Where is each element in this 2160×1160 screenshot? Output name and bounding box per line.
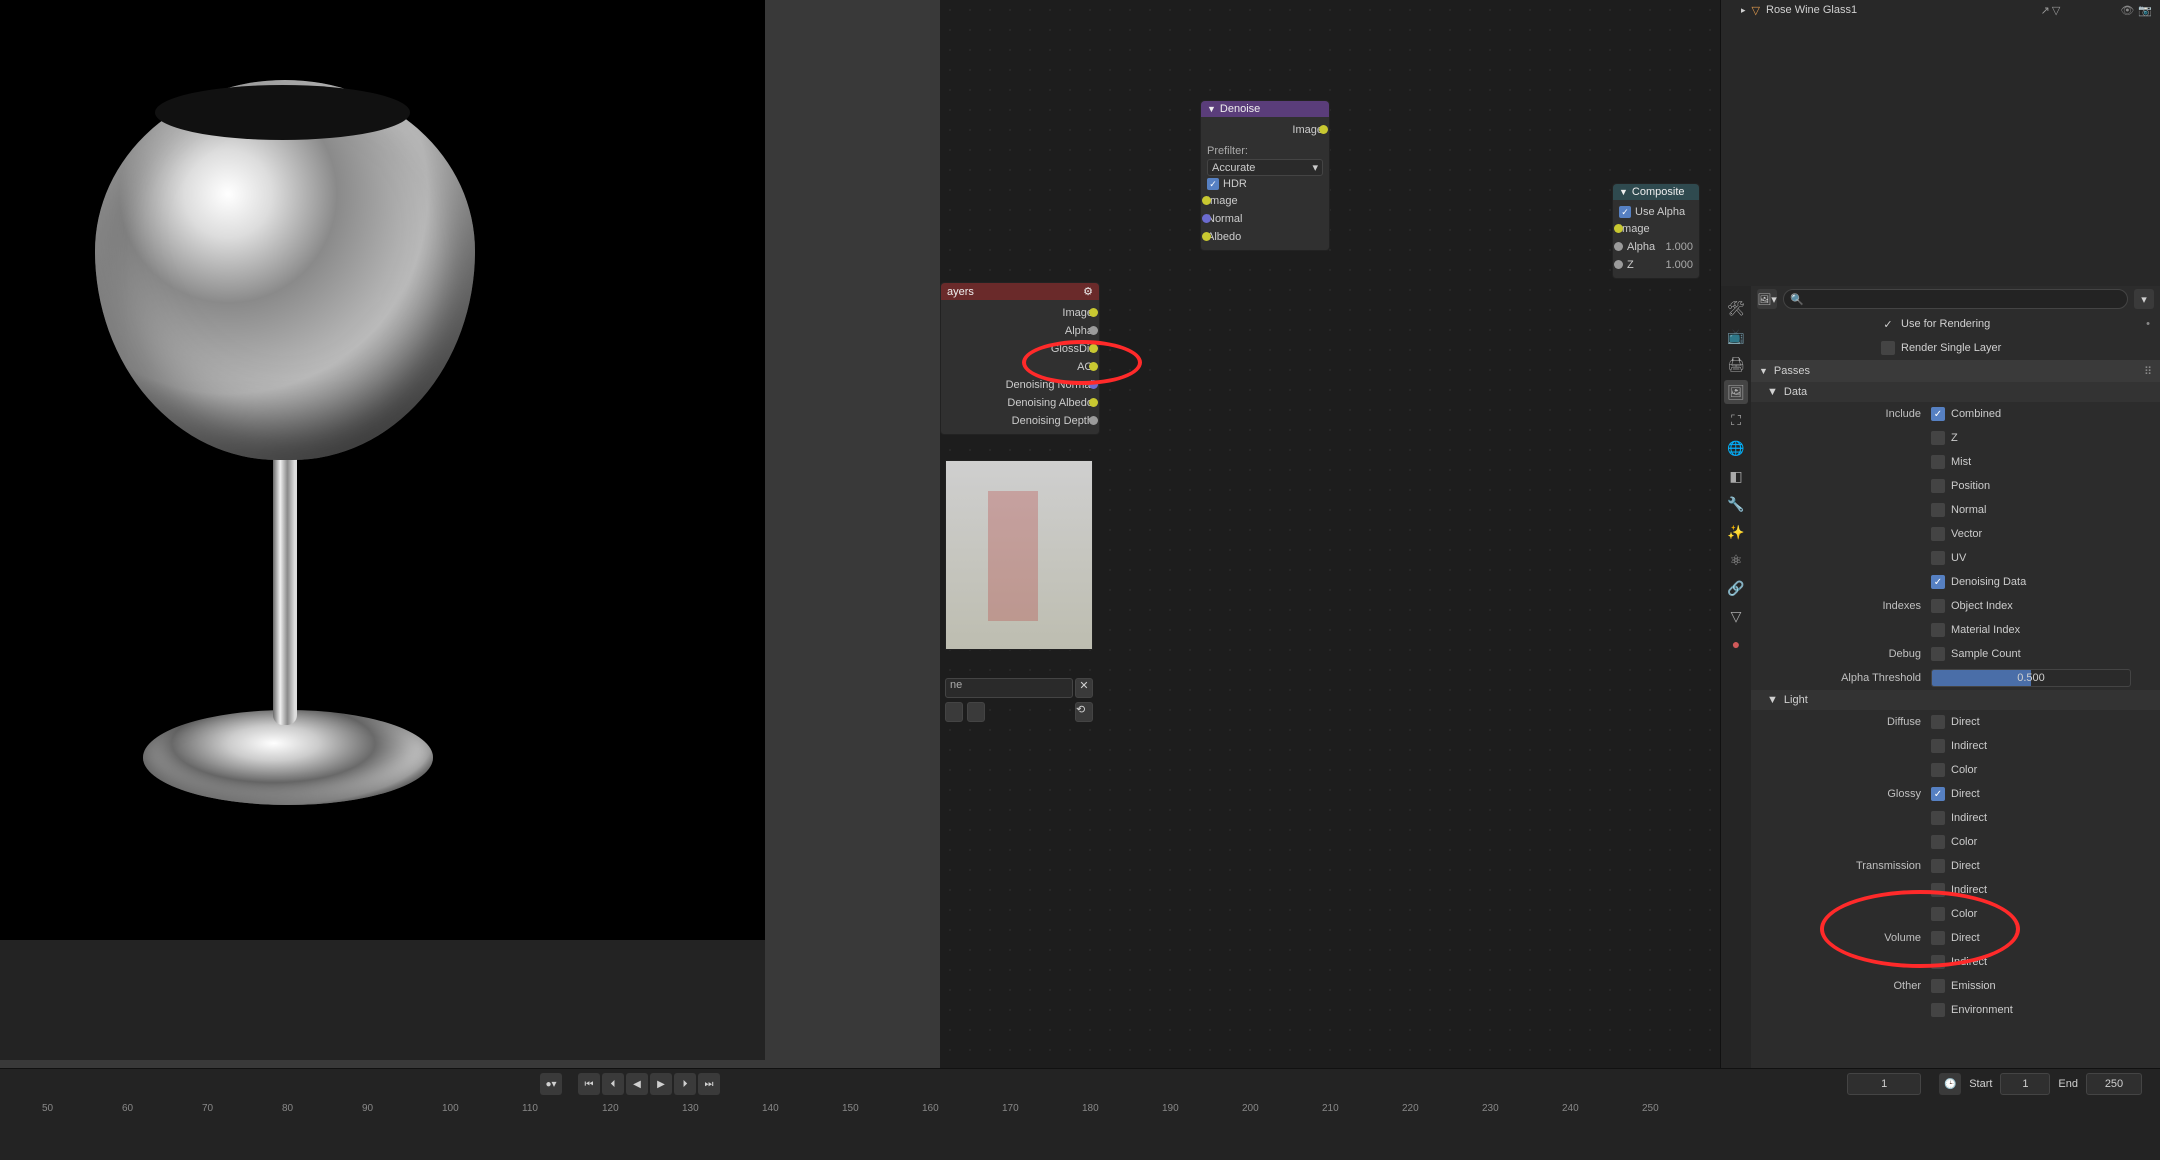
play-reverse-button[interactable]: ◀: [626, 1073, 648, 1095]
include-z-checkbox[interactable]: Z: [1751, 426, 2160, 450]
include-normal-checkbox[interactable]: Normal: [1751, 498, 2160, 522]
composite-usealpha-checkbox[interactable]: ✓Use Alpha: [1619, 206, 1693, 218]
timeline-ruler[interactable]: 5060708090100110120130140150160170180190…: [0, 1103, 2160, 1131]
object-toggle-icon-1[interactable]: ↗: [2041, 4, 2050, 17]
render-image[interactable]: [0, 0, 765, 940]
material-tab-icon[interactable]: ●: [1724, 632, 1748, 656]
viewlayer-tab-icon[interactable]: 🖼: [1724, 380, 1748, 404]
volume-indirect-checkbox[interactable]: Indirect: [1751, 950, 2160, 974]
current-frame-field[interactable]: 1: [1847, 1073, 1921, 1095]
tool-tab-icon[interactable]: 🛠: [1724, 296, 1748, 320]
light-subpanel-header[interactable]: ▼Light: [1751, 690, 2160, 710]
alpha-threshold-label: Alpha Threshold: [1761, 672, 1931, 684]
diffuse-direct-checkbox[interactable]: DiffuseDirect: [1751, 710, 2160, 734]
editor-type-icon[interactable]: 🖼▾: [1757, 289, 1777, 309]
options-dropdown-icon[interactable]: ▾: [2134, 289, 2154, 309]
other-emission-checkbox[interactable]: OtherEmission: [1751, 974, 2160, 998]
data-tab-icon[interactable]: ▽: [1724, 604, 1748, 628]
render-layers-node[interactable]: ayers ⚙ Image Alpha GlossDir AO Denoisin…: [940, 282, 1100, 435]
diffuse-indirect-checkbox[interactable]: Indirect: [1751, 734, 2160, 758]
diffuse-color-checkbox[interactable]: Color: [1751, 758, 2160, 782]
include-denoising-data-checkbox[interactable]: ✓Denoising Data: [1751, 570, 2160, 594]
render-layers-thumbnail: [945, 460, 1093, 650]
outliner-object-row[interactable]: ▸ ▽ Rose Wine Glass1 ↗ ▽ 👁 📷: [1721, 0, 2160, 20]
scene-field[interactable]: ne ✕: [945, 678, 1093, 698]
layer-refresh-button[interactable]: ⟲: [1075, 702, 1093, 722]
properties-panel: 🛠 📺 🖨 🖼 ⛶ 🌐 ◧ 🔧 ✨ ⚛ 🔗 ▽ ● 🖼▾ 🔍 ▾ ✓ Use f…: [1720, 286, 2160, 1160]
outliner-object-name: Rose Wine Glass1: [1766, 4, 1857, 16]
search-icon: 🔍: [1790, 293, 1804, 306]
properties-tab-column: 🛠 📺 🖨 🖼 ⛶ 🌐 ◧ 🔧 ✨ ⚛ 🔗 ▽ ●: [1721, 286, 1751, 1160]
node-options-icon[interactable]: ⚙: [1083, 285, 1093, 298]
keyframe-next-button[interactable]: ⏵: [674, 1073, 696, 1095]
jump-to-start-button[interactable]: ⏮: [578, 1073, 600, 1095]
play-button[interactable]: ▶: [650, 1073, 672, 1095]
auto-keying-button[interactable]: ●▾: [540, 1073, 562, 1095]
scene-clear-button[interactable]: ✕: [1075, 678, 1093, 698]
start-frame-field[interactable]: 1: [2000, 1073, 2050, 1095]
volume-direct-checkbox[interactable]: VolumeDirect: [1751, 926, 2160, 950]
world-tab-icon[interactable]: 🌐: [1724, 436, 1748, 460]
wineglass-render: [85, 80, 485, 840]
use-for-rendering-checkbox[interactable]: Use for Rendering: [1901, 318, 1990, 330]
scene-tab-icon[interactable]: ⛶: [1724, 408, 1748, 432]
visibility-eye-icon[interactable]: 👁: [2120, 4, 2134, 17]
alpha-threshold-slider[interactable]: 0.500: [1931, 669, 2131, 687]
include-uv-checkbox[interactable]: UV: [1751, 546, 2160, 570]
mesh-icon: ▽: [1752, 4, 1760, 17]
render-tab-icon[interactable]: 📺: [1724, 324, 1748, 348]
node-title: ayers: [947, 286, 974, 298]
clock-icon[interactable]: 🕒: [1939, 1073, 1961, 1095]
transmission-indirect-checkbox[interactable]: Indirect: [1751, 878, 2160, 902]
denoise-hdr-checkbox[interactable]: ✓HDR: [1207, 178, 1323, 190]
include-vector-checkbox[interactable]: Vector: [1751, 522, 2160, 546]
jump-to-end-button[interactable]: ⏭: [698, 1073, 720, 1095]
passes-panel-header[interactable]: ▼Passes ⠿: [1751, 360, 2160, 382]
transmission-color-checkbox[interactable]: Color: [1751, 902, 2160, 926]
object-toggle-icon-2[interactable]: ▽: [2052, 4, 2060, 17]
data-subpanel-header[interactable]: ▼Data: [1751, 382, 2160, 402]
indexes-object-index-checkbox[interactable]: IndexesObject Index: [1751, 594, 2160, 618]
glossy-indirect-checkbox[interactable]: Indirect: [1751, 806, 2160, 830]
keyframe-prev-button[interactable]: ⏴: [602, 1073, 624, 1095]
render-result-panel: [0, 0, 765, 1060]
layer-icon-2[interactable]: [967, 702, 985, 722]
glossy-color-checkbox[interactable]: Color: [1751, 830, 2160, 854]
include-position-checkbox[interactable]: Position: [1751, 474, 2160, 498]
properties-search-input[interactable]: 🔍: [1783, 289, 2128, 309]
physics-tab-icon[interactable]: ⚛: [1724, 548, 1748, 572]
timeline-panel[interactable]: ●▾ ⏮ ⏴ ◀ ▶ ⏵ ⏭ 1 🕒 Start 1 End 250 50607…: [0, 1068, 2160, 1160]
include-mist-checkbox[interactable]: Mist: [1751, 450, 2160, 474]
denoise-prefilter-dropdown[interactable]: Accurate▾: [1207, 159, 1323, 176]
debug-sample-count-checkbox[interactable]: DebugSample Count: [1751, 642, 2160, 666]
denoise-node[interactable]: ▼Denoise Image Prefilter: Accurate▾ ✓HDR…: [1200, 100, 1330, 251]
modifier-tab-icon[interactable]: 🔧: [1724, 492, 1748, 516]
compositor-node-editor[interactable]: ayers ⚙ Image Alpha GlossDir AO Denoisin…: [940, 0, 1720, 1070]
glossy-direct-checkbox[interactable]: Glossy✓Direct: [1751, 782, 2160, 806]
layer-icon-1[interactable]: [945, 702, 963, 722]
indexes-material-index-checkbox[interactable]: Material Index: [1751, 618, 2160, 642]
outliner-panel[interactable]: ▸ ▽ Rose Wine Glass1 ↗ ▽ 👁 📷: [1720, 0, 2160, 286]
constraints-tab-icon[interactable]: 🔗: [1724, 576, 1748, 600]
disable-render-icon[interactable]: 📷: [2138, 4, 2152, 17]
transmission-direct-checkbox[interactable]: TransmissionDirect: [1751, 854, 2160, 878]
include-combined-checkbox[interactable]: Include✓Combined: [1751, 402, 2160, 426]
object-tab-icon[interactable]: ◧: [1724, 464, 1748, 488]
composite-node[interactable]: ▼Composite ✓Use Alpha Image Alpha1.000 Z…: [1612, 183, 1700, 279]
render-single-layer-checkbox[interactable]: Render Single Layer: [1901, 342, 2001, 354]
particles-tab-icon[interactable]: ✨: [1724, 520, 1748, 544]
end-frame-field[interactable]: 250: [2086, 1073, 2142, 1095]
other-environment-checkbox[interactable]: Environment: [1751, 998, 2160, 1022]
output-tab-icon[interactable]: 🖨: [1724, 352, 1748, 376]
